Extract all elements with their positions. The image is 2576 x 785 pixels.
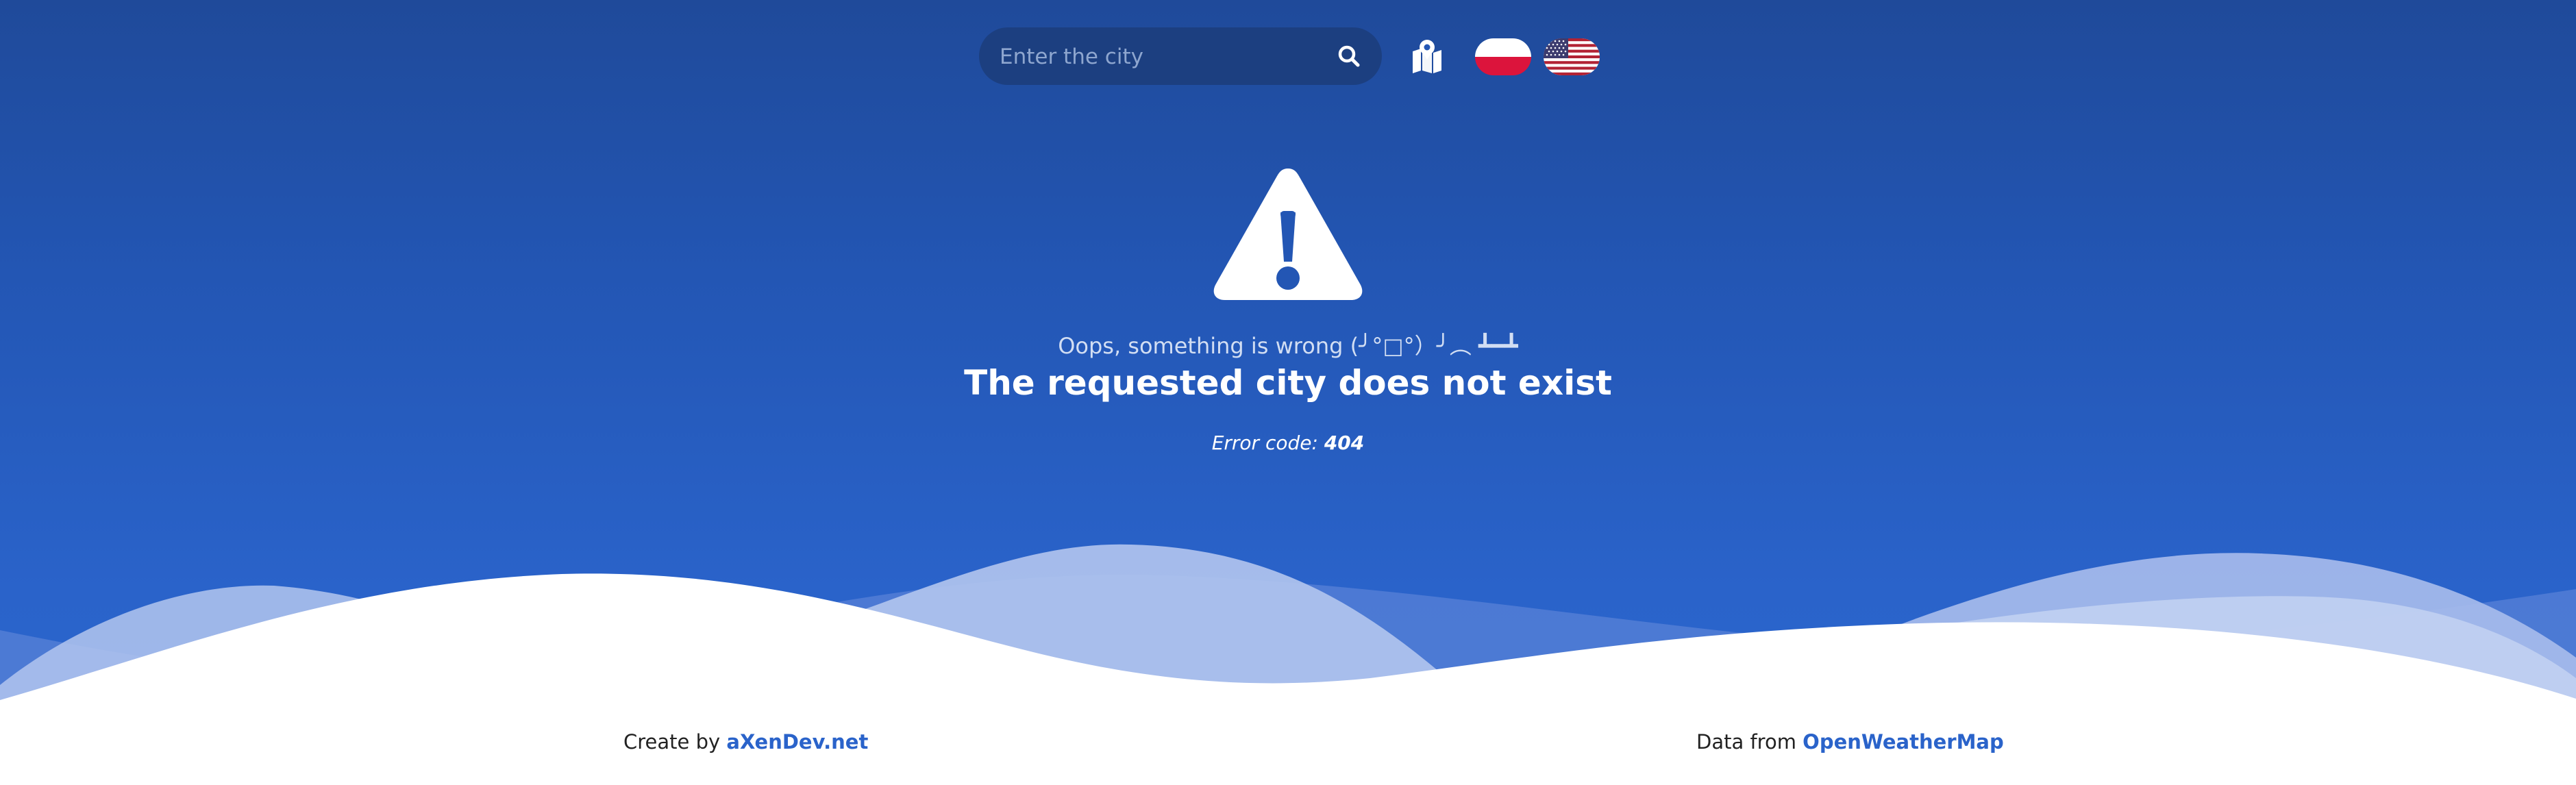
usa-flag-icon [1544, 38, 1600, 75]
top-bar [0, 0, 2576, 112]
warning-triangle-icon [1213, 169, 1363, 300]
search-button[interactable] [1333, 40, 1365, 73]
language-en-button[interactable] [1544, 38, 1600, 75]
map-pin-icon [1413, 40, 1441, 73]
language-pl-button[interactable] [1475, 38, 1531, 75]
map-button[interactable] [1410, 39, 1444, 73]
error-code: Error code: 404 [0, 432, 2576, 454]
error-code-label: Error code: [1211, 432, 1318, 454]
openweathermap-link[interactable]: OpenWeatherMap [1803, 730, 2004, 753]
error-code-value: 404 [1324, 432, 1365, 454]
footer-data-source: Data from OpenWeatherMap [1696, 730, 2004, 753]
error-subtitle: Oops, something is wrong (╯°□°）╯︵ ┻━┻ [1058, 333, 1518, 359]
footer-credits: Create by aXenDev.net [623, 730, 868, 753]
create-by-label: Create by [623, 730, 721, 753]
author-link[interactable]: aXenDev.net [726, 730, 868, 753]
error-title: The requested city does not exist [964, 363, 1612, 403]
city-search-box [979, 27, 1382, 86]
data-from-label: Data from [1696, 730, 1796, 753]
poland-flag-icon [1475, 38, 1531, 75]
city-search-input[interactable] [998, 27, 1316, 86]
search-icon [1338, 45, 1360, 67]
